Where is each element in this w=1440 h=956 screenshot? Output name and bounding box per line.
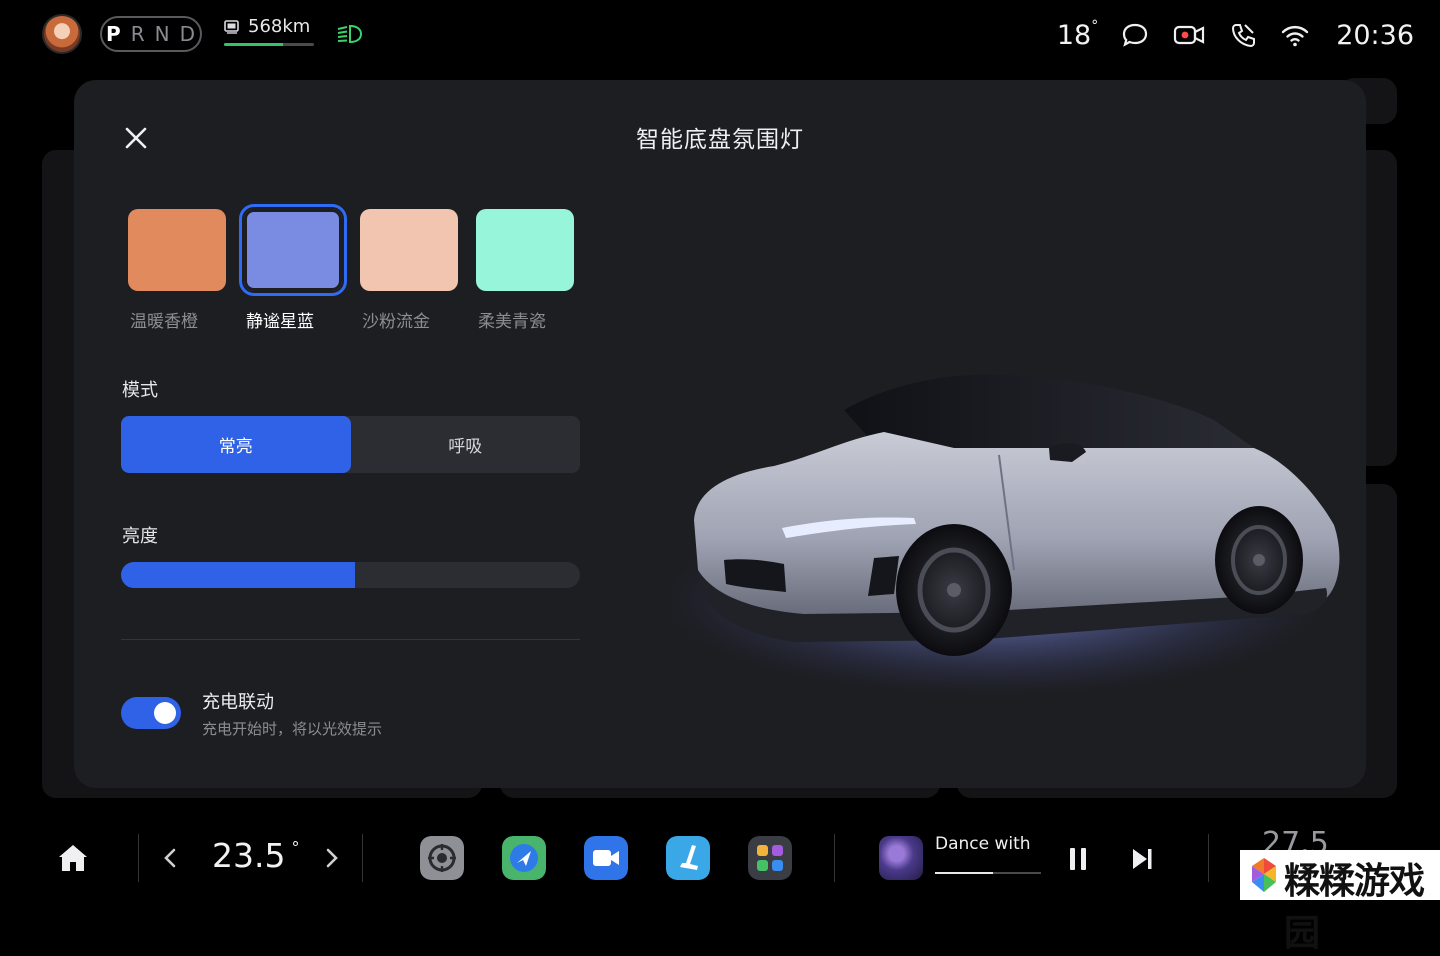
- bottom-dock: 23.5 ° Dance with: [0, 812, 1440, 900]
- home-icon[interactable]: [56, 842, 90, 874]
- charge-link-description: 充电开始时，将以光效提示: [202, 720, 383, 738]
- clock: 20:36: [1336, 19, 1414, 51]
- settings-app-icon[interactable]: [420, 836, 464, 880]
- wifi-icon[interactable]: [1280, 21, 1310, 49]
- next-track-icon[interactable]: [1130, 846, 1154, 872]
- phone-icon[interactable]: [1228, 21, 1258, 49]
- gear-p: P: [106, 22, 122, 46]
- dock-separator: [834, 834, 835, 882]
- color-swatch-label: 温暖香橙: [130, 312, 198, 332]
- brightness-slider[interactable]: [121, 562, 580, 588]
- cabin-temperature: 23.5 °: [212, 836, 300, 875]
- color-swatch-chip: [128, 209, 226, 291]
- color-swatch[interactable]: 静谧星蓝: [239, 204, 347, 332]
- status-right-cluster: 18° 20:36: [1057, 14, 1414, 56]
- ambient-light-dialog: 智能底盘氛围灯 温暖香橙 静谧星蓝 沙粉流金 柔美青瓷 模式 常亮 呼吸 亮度 充电联动…: [74, 80, 1366, 788]
- dock-separator: [138, 834, 139, 882]
- mode-option[interactable]: 呼吸: [351, 416, 581, 473]
- status-bar: PRND 568km 18° 20:36: [0, 0, 1440, 70]
- dock-separator: [1208, 834, 1209, 882]
- color-swatch[interactable]: 温暖香橙: [128, 209, 226, 332]
- voice-assistant-icon[interactable]: [1120, 21, 1150, 49]
- gear-selector: PRND: [100, 16, 202, 52]
- mode-segmented-control: 常亮 呼吸: [121, 416, 580, 473]
- user-avatar[interactable]: [42, 14, 82, 54]
- color-swatch-chip: [360, 209, 458, 291]
- gear-r: R: [130, 22, 146, 46]
- song-progress-bar[interactable]: [935, 872, 1041, 874]
- color-swatch-label: 静谧星蓝: [246, 312, 314, 332]
- range-indicator: 568km: [224, 16, 316, 46]
- range-bar: [224, 43, 314, 46]
- mode-option[interactable]: 常亮: [121, 416, 351, 473]
- color-swatch[interactable]: 柔美青瓷: [476, 209, 574, 332]
- color-swatch-group: 温暖香橙 静谧星蓝 沙粉流金 柔美青瓷: [128, 204, 574, 332]
- range-value: 568km: [248, 16, 311, 37]
- watermark-logo-icon: [1252, 858, 1276, 892]
- color-swatch-label: 沙粉流金: [362, 312, 430, 332]
- app-drawer-icon[interactable]: [748, 836, 792, 880]
- temp-increase-icon[interactable]: [322, 844, 342, 872]
- brightness-slider-fill: [121, 562, 356, 588]
- seat-app-icon[interactable]: [666, 836, 710, 880]
- divider: [121, 639, 580, 640]
- low-beam-icon: [337, 24, 363, 44]
- album-art[interactable]: [879, 836, 923, 880]
- navigation-app-icon[interactable]: [502, 836, 546, 880]
- video-call-app-icon[interactable]: [584, 836, 628, 880]
- gear-d: D: [179, 22, 196, 46]
- brightness-label: 亮度: [122, 526, 158, 547]
- outside-temperature: 18°: [1056, 17, 1099, 51]
- color-swatch[interactable]: 沙粉流金: [360, 209, 458, 332]
- dock-separator: [362, 834, 363, 882]
- dashcam-icon[interactable]: [1172, 21, 1206, 49]
- gear-n: N: [154, 22, 171, 46]
- song-title[interactable]: Dance with: [935, 834, 1035, 854]
- mode-label: 模式: [122, 380, 158, 401]
- dialog-title: 智能底盘氛围灯: [636, 127, 804, 153]
- battery-icon: [224, 19, 239, 34]
- color-swatch-label: 柔美青瓷: [478, 312, 546, 332]
- pause-icon[interactable]: [1066, 846, 1090, 872]
- toggle-knob: [154, 702, 176, 724]
- charge-link-toggle[interactable]: [121, 697, 181, 729]
- car-preview-image: [664, 374, 1340, 695]
- charge-link-title: 充电联动: [202, 692, 274, 713]
- watermark-text: 糅糅游戏园: [1284, 861, 1425, 954]
- watermark: 糅糅游戏园: [1240, 850, 1440, 954]
- temp-decrease-icon[interactable]: [160, 844, 180, 872]
- color-swatch-chip: [239, 204, 347, 296]
- color-swatch-chip: [476, 209, 574, 291]
